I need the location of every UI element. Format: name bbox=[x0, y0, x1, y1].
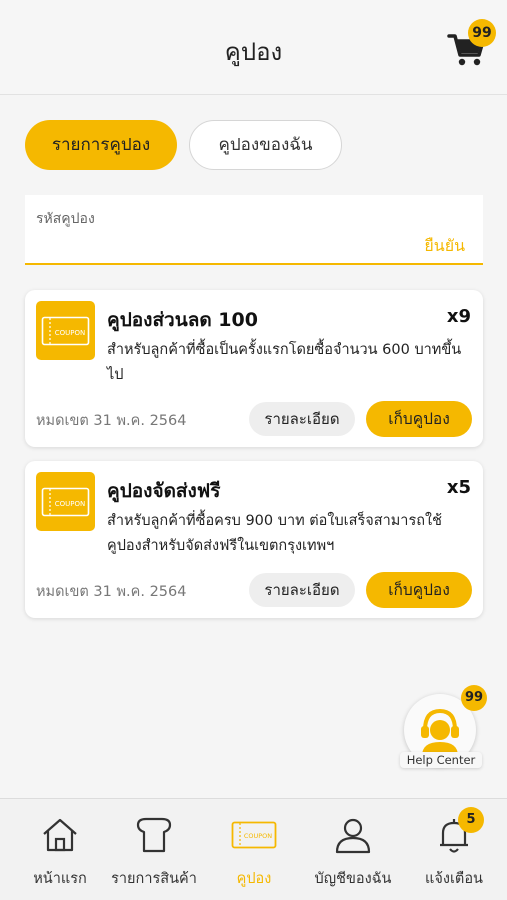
bottom-navigation: หน้าแรก รายการสินค้า COUPON คูปอง บัญชีข… bbox=[0, 798, 507, 900]
nav-item-products[interactable]: รายการสินค้า bbox=[106, 799, 202, 900]
coupon-expiry: หมดเขต 31 พ.ค. 2564 bbox=[36, 413, 187, 429]
bread-icon bbox=[136, 817, 172, 853]
coupon-code-field[interactable]: รหัสคูปอง ยืนยัน bbox=[25, 195, 483, 265]
help-center-badge: 99 bbox=[461, 685, 487, 711]
user-icon bbox=[335, 818, 371, 854]
collect-coupon-button[interactable]: เก็บคูปอง bbox=[366, 401, 472, 437]
coupon-description: สำหรับลูกค้าที่ซื้อเป็นครั้งแรกโดยซื้อจำ… bbox=[107, 342, 462, 383]
nav-label: แจ้งเตือน bbox=[425, 871, 483, 887]
nav-item-home[interactable]: หน้าแรก bbox=[22, 799, 98, 900]
page-title: คูปอง bbox=[224, 38, 283, 66]
nav-label: หน้าแรก bbox=[33, 871, 87, 887]
nav-label: คูปอง bbox=[236, 871, 272, 887]
notification-badge: 5 bbox=[458, 807, 484, 833]
home-icon bbox=[43, 818, 77, 852]
nav-label: รายการสินค้า bbox=[111, 871, 197, 887]
detail-button[interactable]: รายละเอียด bbox=[249, 402, 355, 436]
coupon-quantity: x9 bbox=[446, 306, 471, 327]
coupon-description: สำหรับลูกค้าที่ซื้อครบ 900 บาท ต่อใบเสร็… bbox=[107, 513, 442, 554]
nav-item-account[interactable]: บัญชีของฉัน bbox=[304, 799, 402, 900]
tab-coupon-list[interactable]: รายการคูปอง bbox=[25, 120, 177, 170]
svg-text:COUPON: COUPON bbox=[244, 832, 272, 840]
coupon-icon: COUPON bbox=[231, 821, 277, 849]
coupon-expiry: หมดเขต 31 พ.ค. 2564 bbox=[36, 584, 187, 600]
coupon-quantity: x5 bbox=[446, 477, 471, 498]
coupon-card: COUPON คูปองส่วนลด 100 x9 สำหรับลูกค้าที… bbox=[25, 290, 483, 447]
svg-text:COUPON: COUPON bbox=[55, 500, 86, 508]
collect-coupon-button[interactable]: เก็บคูปอง bbox=[366, 572, 472, 608]
cart-badge: 99 bbox=[468, 19, 496, 47]
coupon-icon: COUPON bbox=[36, 301, 95, 360]
coupon-title: คูปองจัดส่งฟรี bbox=[107, 480, 221, 502]
app-header: คูปอง bbox=[0, 0, 507, 95]
help-center-label[interactable]: Help Center bbox=[400, 752, 482, 768]
nav-label: บัญชีของฉัน bbox=[314, 871, 392, 887]
coupon-title: คูปองส่วนลด 100 bbox=[107, 309, 258, 331]
svg-text:COUPON: COUPON bbox=[55, 329, 86, 337]
coupon-code-placeholder: รหัสคูปอง bbox=[36, 211, 95, 227]
nav-item-coupons[interactable]: COUPON คูปอง bbox=[220, 799, 288, 900]
detail-button[interactable]: รายละเอียด bbox=[249, 573, 355, 607]
tab-my-coupons[interactable]: คูปองของฉัน bbox=[189, 120, 342, 170]
confirm-button[interactable]: ยืนยัน bbox=[424, 234, 465, 259]
coupon-icon: COUPON bbox=[36, 472, 95, 531]
coupon-card: COUPON คูปองจัดส่งฟรี x5 สำหรับลูกค้าที่… bbox=[25, 461, 483, 618]
